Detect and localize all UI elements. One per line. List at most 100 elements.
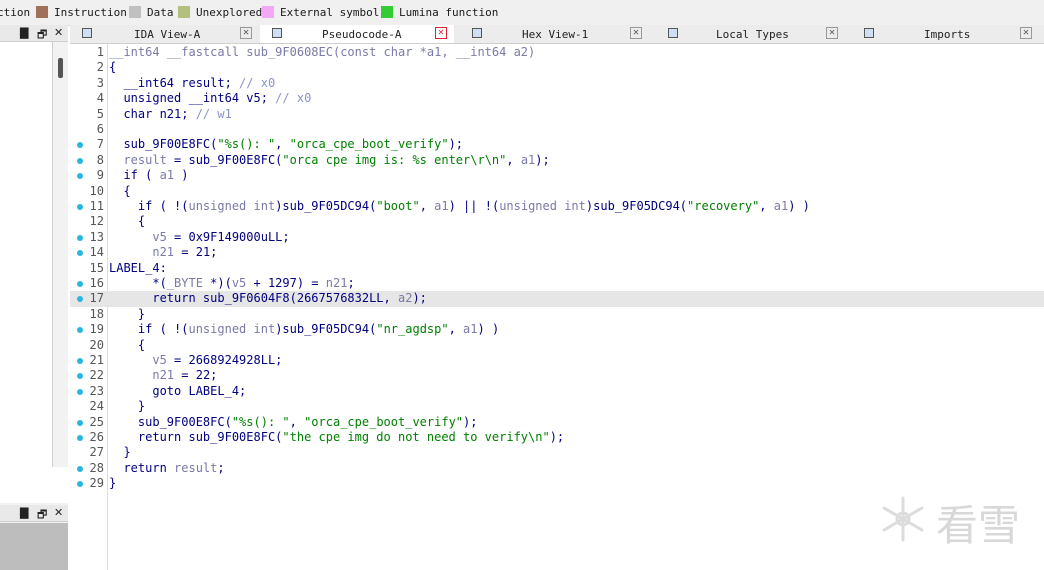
line-number: 14 xyxy=(89,245,104,260)
code-text[interactable]: } xyxy=(109,445,130,460)
code-text[interactable]: { xyxy=(109,184,130,199)
code-text[interactable]: v5 = 0x9F149000uLL; xyxy=(109,230,289,245)
code-text[interactable]: unsigned __int64 v5; // x0 xyxy=(109,91,311,106)
line-number: 11 xyxy=(89,199,104,213)
pane-close-icon[interactable]: ✕ xyxy=(54,506,63,519)
code-text[interactable]: *(_BYTE *)(v5 + 1297) = n21; xyxy=(109,276,354,291)
left-pane-bottom-content[interactable] xyxy=(0,523,68,570)
tab-label: Pseudocode-A xyxy=(322,28,402,41)
line-number: 3 xyxy=(96,75,104,90)
code-line[interactable]: 9 if ( a1 ) xyxy=(70,168,1044,183)
left-pane-scrollbar[interactable] xyxy=(54,42,68,467)
code-text[interactable]: } xyxy=(109,399,145,414)
snowflake-logo-icon xyxy=(882,496,924,542)
scrollbar-thumb[interactable] xyxy=(58,58,63,78)
line-number: 10 xyxy=(89,183,104,198)
code-text[interactable]: v5 = 2668924928LL; xyxy=(109,353,282,368)
line-number: 29 xyxy=(89,476,104,491)
line-number: 16 xyxy=(89,276,104,290)
code-line[interactable]: 20 { xyxy=(70,338,1044,353)
legend-swatch xyxy=(129,6,141,18)
tab-pseudocode-a[interactable]: Pseudocode-A ✕ xyxy=(260,25,454,43)
code-text[interactable]: n21 = 21; xyxy=(109,245,217,260)
code-text[interactable]: } xyxy=(109,476,116,491)
code-line[interactable]: 13 v5 = 0x9F149000uLL; xyxy=(70,230,1044,245)
code-line[interactable]: 12 { xyxy=(70,214,1044,229)
code-text[interactable]: sub_9F00E8FC("%s(): ", "orca_cpe_boot_ve… xyxy=(109,137,463,152)
code-text[interactable]: if ( a1 ) xyxy=(109,168,188,183)
tab-hex-view-1[interactable]: Hex View-1 ✕ xyxy=(460,25,650,43)
code-line[interactable]: 18 } xyxy=(70,307,1044,322)
line-number: 5 xyxy=(96,106,104,121)
code-text[interactable]: LABEL_4: xyxy=(109,261,167,276)
code-line[interactable]: 17 return sub_9F0604F8(2667576832LL, a2)… xyxy=(70,291,1044,307)
code-line[interactable]: 8 result = sub_9F00E8FC("orca cpe img is… xyxy=(70,153,1044,168)
code-line[interactable]: 25 sub_9F00E8FC("%s(): ", "orca_cpe_boot… xyxy=(70,415,1044,430)
code-text[interactable]: { xyxy=(109,338,145,353)
line-number: 20 xyxy=(89,337,104,352)
left-pane-content[interactable] xyxy=(0,42,53,467)
code-line[interactable]: 28 return result; xyxy=(70,461,1044,476)
code-text[interactable]: return sub_9F0604F8(2667576832LL, a2); xyxy=(109,291,427,306)
pane-menu-icon[interactable]: ▇ xyxy=(20,506,28,519)
legend-label: Data xyxy=(147,6,174,19)
code-line[interactable]: 16 *(_BYTE *)(v5 + 1297) = n21; xyxy=(70,276,1044,291)
line-number: 4 xyxy=(96,91,104,106)
code-line[interactable]: 21 v5 = 2668924928LL; xyxy=(70,353,1044,368)
code-line[interactable]: 10 { xyxy=(70,184,1044,199)
code-line[interactable]: 23 goto LABEL_4; xyxy=(70,384,1044,399)
line-number: 21 xyxy=(89,353,104,367)
line-number: 13 xyxy=(89,229,104,244)
tab-close-icon[interactable]: ✕ xyxy=(435,27,447,39)
code-text[interactable]: __int64 result; // x0 xyxy=(109,76,275,91)
code-text[interactable]: { xyxy=(109,214,145,229)
code-text[interactable]: if ( !(unsigned int)sub_9F05DC94("nr_agd… xyxy=(109,322,499,337)
legend-item: ction xyxy=(0,6,30,19)
code-line[interactable]: 24 } xyxy=(70,399,1044,414)
watermark-text: 看雪 xyxy=(936,501,1021,550)
legend-label: Instruction xyxy=(54,6,127,19)
code-line[interactable]: 19 if ( !(unsigned int)sub_9F05DC94("nr_… xyxy=(70,322,1044,337)
tab-local-types[interactable]: Local Types ✕ xyxy=(656,25,846,43)
code-text[interactable]: n21 = 22; xyxy=(109,368,217,383)
code-text[interactable]: return sub_9F00E8FC("the cpe img do not … xyxy=(109,430,564,445)
code-line[interactable]: 1 __int64 __fastcall sub_9F0608EC(const c… xyxy=(70,45,1044,60)
line-number: 17 xyxy=(89,291,104,306)
code-line[interactable]: 7 sub_9F00E8FC("%s(): ", "orca_cpe_boot_… xyxy=(70,137,1044,152)
line-number: 23 xyxy=(89,383,104,398)
code-text[interactable]: if ( !(unsigned int)sub_9F05DC94("boot",… xyxy=(109,199,810,214)
code-text[interactable]: result = sub_9F00E8FC("orca cpe img is: … xyxy=(109,153,549,168)
tab-label: Local Types xyxy=(716,28,789,41)
code-line[interactable]: 2{ xyxy=(70,60,1044,75)
code-text[interactable]: { xyxy=(109,60,116,75)
code-line[interactable]: 14 n21 = 21; xyxy=(70,245,1044,260)
code-line[interactable]: 6 xyxy=(70,122,1044,137)
code-text[interactable]: sub_9F00E8FC("%s(): ", "orca_cpe_boot_ve… xyxy=(109,415,478,430)
tab-close-icon[interactable]: ✕ xyxy=(630,27,642,39)
line-number: 24 xyxy=(89,399,104,414)
pane-close-icon[interactable]: ✕ xyxy=(54,26,63,39)
code-text[interactable]: goto LABEL_4; xyxy=(109,384,246,399)
code-line[interactable]: 22 n21 = 22; xyxy=(70,368,1044,383)
code-line[interactable]: 26 return sub_9F00E8FC("the cpe img do n… xyxy=(70,430,1044,445)
tab-close-icon[interactable]: ✕ xyxy=(1020,27,1032,39)
code-text[interactable]: __int64 __fastcall sub_9F0608EC(const ch… xyxy=(109,45,535,60)
pane-menu-icon[interactable]: ▇ xyxy=(20,26,28,39)
code-line[interactable]: 5 char n21; // w1 xyxy=(70,107,1044,122)
tab-label: Imports xyxy=(924,28,971,41)
code-line[interactable]: 15 LABEL_4: xyxy=(70,261,1044,276)
left-pane-bottom-header: ▇ 🗗 ✕ xyxy=(0,505,68,522)
code-text[interactable]: return result; xyxy=(109,461,224,476)
code-text[interactable]: } xyxy=(109,307,145,322)
tab-ida-view-a[interactable]: IDA View-A ✕ xyxy=(70,25,260,43)
tab-label: IDA View-A xyxy=(134,28,201,41)
tab-label: Hex View-1 xyxy=(522,28,589,41)
code-line[interactable]: 3 __int64 result; // x0 xyxy=(70,76,1044,91)
tab-close-icon[interactable]: ✕ xyxy=(826,27,838,39)
code-line[interactable]: 27 } xyxy=(70,445,1044,460)
tab-imports[interactable]: Imports ✕ xyxy=(852,25,1042,43)
tab-close-icon[interactable]: ✕ xyxy=(240,27,252,39)
code-line[interactable]: 4 unsigned __int64 v5; // x0 xyxy=(70,91,1044,106)
code-text[interactable]: char n21; // w1 xyxy=(109,107,231,122)
code-line[interactable]: 11 if ( !(unsigned int)sub_9F05DC94("boo… xyxy=(70,199,1044,214)
